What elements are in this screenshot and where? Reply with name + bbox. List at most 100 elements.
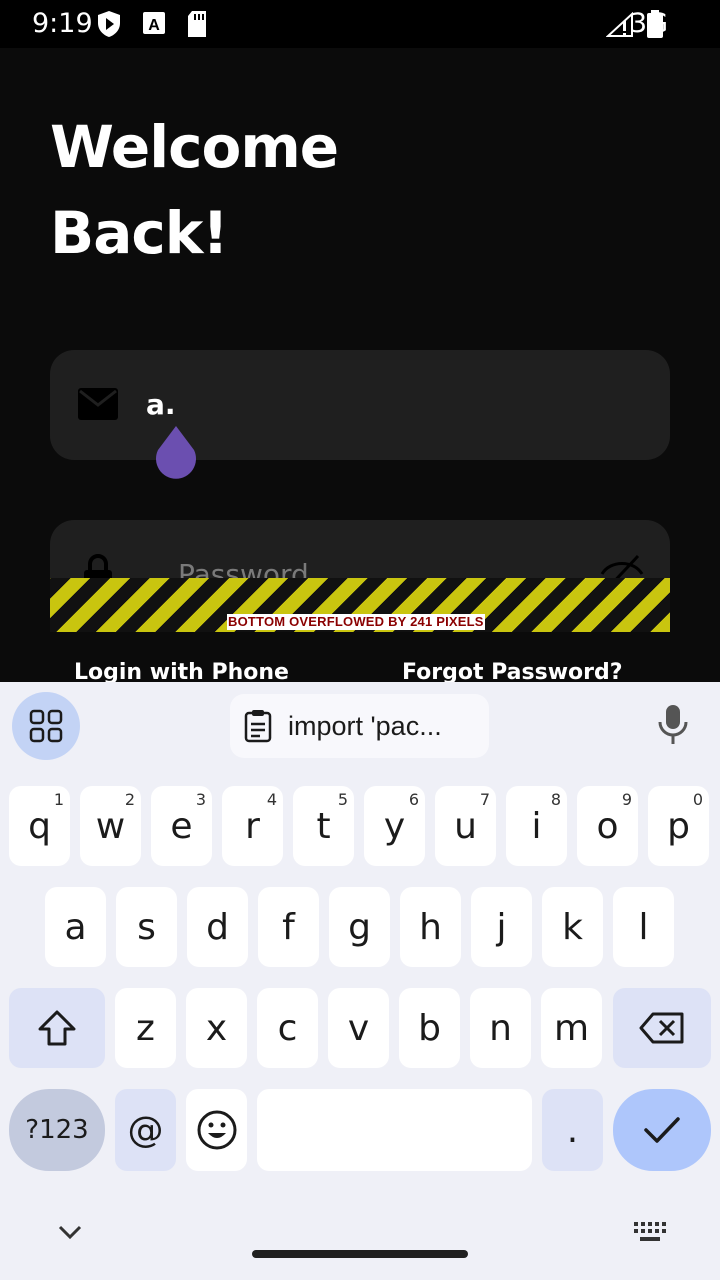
key-n[interactable]: n bbox=[470, 988, 531, 1068]
key-a[interactable]: a bbox=[45, 887, 106, 967]
key-label: i bbox=[531, 805, 542, 847]
key-hint: 4 bbox=[266, 790, 277, 809]
key-label: j bbox=[496, 906, 507, 948]
status-bar: 9:19 A 3G bbox=[0, 0, 720, 48]
key-label: n bbox=[489, 1007, 512, 1049]
key-label: k bbox=[562, 906, 583, 948]
key-g[interactable]: g bbox=[329, 887, 390, 967]
navigation-bar bbox=[0, 1200, 720, 1280]
key-label: x bbox=[205, 1007, 228, 1049]
clipboard-suggestion-text: import 'pac... bbox=[288, 710, 442, 741]
key-z[interactable]: z bbox=[115, 988, 176, 1068]
backspace-key[interactable] bbox=[613, 988, 711, 1068]
key-f[interactable]: f bbox=[258, 887, 319, 967]
key-label: d bbox=[206, 906, 229, 948]
apps-grid-button[interactable] bbox=[12, 692, 80, 760]
key-label: z bbox=[136, 1007, 155, 1049]
key-r[interactable]: r4 bbox=[222, 786, 283, 866]
key-t[interactable]: t5 bbox=[293, 786, 354, 866]
key-x[interactable]: x bbox=[186, 988, 247, 1068]
key-m[interactable]: m bbox=[541, 988, 602, 1068]
key-label: h bbox=[419, 906, 442, 948]
backspace-icon bbox=[639, 1012, 684, 1044]
forgot-password-link[interactable]: Forgot Password? bbox=[402, 660, 623, 682]
key-label: b bbox=[418, 1007, 441, 1049]
key-label: t bbox=[316, 805, 331, 847]
key-q[interactable]: q1 bbox=[9, 786, 70, 866]
key-w[interactable]: w2 bbox=[80, 786, 141, 866]
key-label: y bbox=[383, 805, 406, 847]
key-label: u bbox=[454, 805, 477, 847]
checkmark-icon bbox=[644, 1117, 680, 1143]
keyboard-a-icon: A bbox=[143, 12, 165, 34]
play-protect-icon bbox=[98, 11, 120, 37]
key-label: s bbox=[137, 906, 156, 948]
key-label: o bbox=[596, 805, 619, 847]
symbols-key[interactable]: ?123 bbox=[9, 1089, 105, 1171]
key-hint: 3 bbox=[195, 790, 206, 809]
key-k[interactable]: k bbox=[542, 887, 603, 967]
key-i[interactable]: i8 bbox=[506, 786, 567, 866]
key-hint: 8 bbox=[550, 790, 561, 809]
key-label: v bbox=[347, 1007, 370, 1049]
overflow-warning: BOTTOM OVERFLOWED BY 241 PIXELS bbox=[50, 578, 670, 632]
battery-icon bbox=[647, 10, 663, 38]
shift-key[interactable] bbox=[9, 988, 105, 1068]
key-label: l bbox=[638, 906, 649, 948]
login-with-phone-link[interactable]: Login with Phone bbox=[74, 660, 289, 682]
key-hint: 2 bbox=[124, 790, 135, 809]
key-h[interactable]: h bbox=[400, 887, 461, 967]
on-screen-keyboard: import 'pac... ?123 @ . q 1 w 2 e 3 r 4 … bbox=[0, 682, 720, 1280]
text-cursor-handle[interactable] bbox=[154, 426, 198, 480]
enter-key[interactable] bbox=[613, 1089, 711, 1171]
signal-icon bbox=[606, 12, 633, 37]
key-e[interactable]: e3 bbox=[151, 786, 212, 866]
emoji-icon bbox=[197, 1110, 236, 1150]
shift-icon bbox=[38, 1010, 76, 1046]
key-o[interactable]: o9 bbox=[577, 786, 638, 866]
key-hint: 5 bbox=[337, 790, 348, 809]
key-label: c bbox=[277, 1007, 298, 1049]
key-c[interactable]: c bbox=[257, 988, 318, 1068]
space-key[interactable] bbox=[257, 1089, 532, 1171]
status-time: 9:19 bbox=[32, 8, 93, 39]
key-label: q bbox=[28, 805, 51, 847]
key-j[interactable]: j bbox=[471, 887, 532, 967]
key-label: a bbox=[64, 906, 87, 948]
key-hint: 1 bbox=[53, 790, 64, 809]
clipboard-icon bbox=[244, 710, 272, 743]
key-label: g bbox=[348, 906, 371, 948]
title-line-2: Back! bbox=[50, 199, 229, 267]
welcome-title: Welcome Back! bbox=[50, 104, 339, 276]
key-label: f bbox=[282, 906, 295, 948]
key-l[interactable]: l bbox=[613, 887, 674, 967]
mail-icon bbox=[78, 388, 118, 420]
key-label: p bbox=[667, 805, 690, 847]
key-hint: 0 bbox=[692, 790, 703, 809]
microphone-icon[interactable] bbox=[656, 704, 690, 746]
key-u[interactable]: u7 bbox=[435, 786, 496, 866]
key-hint: 7 bbox=[479, 790, 490, 809]
emoji-key[interactable] bbox=[186, 1089, 247, 1171]
key-d[interactable]: d bbox=[187, 887, 248, 967]
key-label: e bbox=[170, 805, 193, 847]
key-v[interactable]: v bbox=[328, 988, 389, 1068]
period-key[interactable]: . bbox=[542, 1089, 603, 1171]
gesture-handle[interactable] bbox=[252, 1250, 468, 1258]
email-field[interactable]: a. bbox=[50, 350, 670, 460]
email-value: a. bbox=[146, 388, 176, 421]
key-b[interactable]: b bbox=[399, 988, 460, 1068]
sd-card-icon bbox=[188, 11, 206, 37]
key-hint: 9 bbox=[621, 790, 632, 809]
key-p[interactable]: p0 bbox=[648, 786, 709, 866]
key-label: r bbox=[245, 805, 260, 847]
grid-icon bbox=[29, 709, 63, 743]
key-s[interactable]: s bbox=[116, 887, 177, 967]
key-hint: 6 bbox=[408, 790, 419, 809]
key-y[interactable]: y6 bbox=[364, 786, 425, 866]
at-key[interactable]: @ bbox=[115, 1089, 176, 1171]
login-screen: Welcome Back! a. Password BOTTOM OVERFLO… bbox=[0, 48, 720, 682]
clipboard-suggestion-chip[interactable]: import 'pac... bbox=[230, 694, 489, 758]
title-line-1: Welcome bbox=[50, 113, 339, 181]
overflow-warning-text: BOTTOM OVERFLOWED BY 241 PIXELS bbox=[227, 614, 485, 630]
